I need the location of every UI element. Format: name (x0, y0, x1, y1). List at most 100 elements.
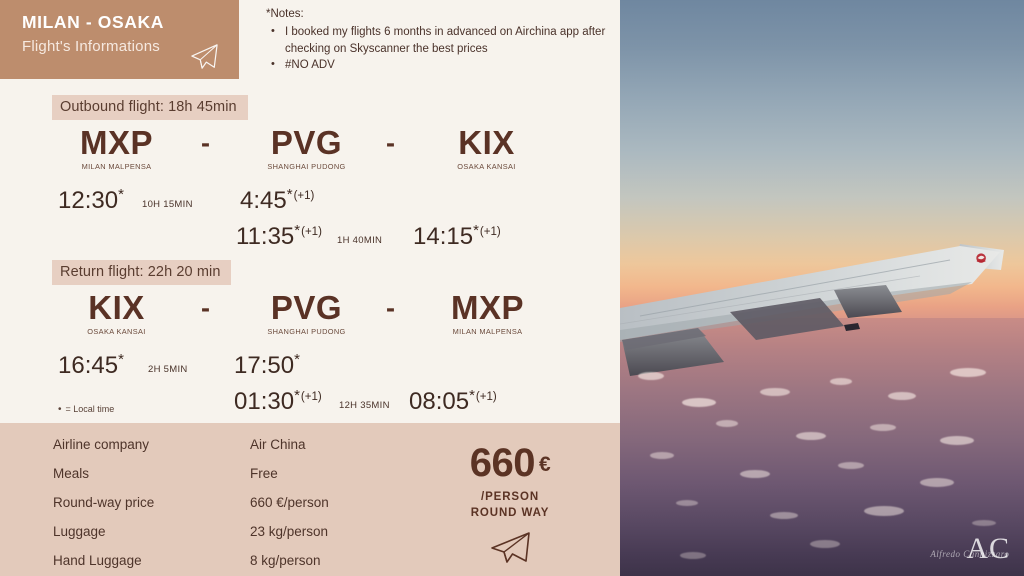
cloud (680, 552, 706, 559)
page-title: MILAN - OSAKA (22, 12, 164, 32)
airport-name: SHANGHAI PUDONG (267, 327, 346, 336)
airport-name: MILAN MALPENSA (81, 162, 152, 171)
local-time-star: * (294, 351, 300, 368)
legend-marker: • (58, 404, 62, 415)
cloud (940, 436, 974, 445)
outbound-airport-1: MXP MILAN MALPENSA (44, 126, 189, 171)
outbound-duration-leg-1: 10H 15MIN (142, 199, 193, 210)
time-value: 4:45 (240, 187, 287, 214)
separator-dash: - (201, 293, 210, 323)
outbound-arrival-time-1: 4:45*(+1) (240, 186, 315, 214)
cloud (676, 500, 698, 506)
airport-code: PVG (270, 289, 343, 326)
next-day-marker: (+1) (293, 190, 315, 202)
details-table: Airline company Air China Meals Free Rou… (53, 430, 383, 575)
airport-code: KIX (458, 124, 515, 161)
cloud (888, 392, 916, 400)
table-cell-value: 23 kg/person (250, 524, 329, 539)
table-row: Round-way price 660 €/person (53, 488, 383, 517)
local-time-star: * (286, 186, 293, 203)
next-day-marker: (+1) (479, 226, 501, 238)
outbound-arrival-time-2: 14:15*(+1) (413, 223, 501, 249)
return-duration-leg-1: 2H 5MIN (148, 364, 188, 375)
cloud (830, 378, 852, 385)
outbound-duration-leg-2: 1H 40MIN (337, 235, 383, 246)
outbound-airport-3: KIX OSAKA KANSAI (414, 126, 559, 171)
table-cell-key: Airline company (53, 437, 150, 452)
table-cell-value: Free (250, 466, 278, 481)
note-item: #NO ADV (271, 57, 616, 73)
cloud (972, 520, 996, 526)
airport-name: SHANGHAI PUDONG (267, 162, 346, 171)
next-day-marker: (+1) (475, 391, 497, 403)
return-arrival-time-2: 08:05*(+1) (409, 387, 497, 414)
outbound-flight-block: MXP MILAN MALPENSA - PVG SHANGHAI PUDONG… (44, 126, 564, 257)
legend-text: = Local time (65, 404, 115, 414)
cloud (638, 372, 664, 380)
outbound-airport-row: MXP MILAN MALPENSA - PVG SHANGHAI PUDONG… (44, 126, 564, 174)
table-cell-value: 8 kg/person (250, 553, 321, 568)
notes-block: *Notes: I booked my flights 6 months in … (266, 6, 616, 73)
time-value: 17:50 (234, 352, 295, 379)
return-duration-leg-2: 12H 35MIN (339, 400, 390, 411)
table-row: Luggage 23 kg/person (53, 517, 383, 546)
paper-plane-icon (491, 532, 530, 563)
table-cell-value: 660 €/person (250, 495, 329, 510)
airport-name: OSAKA KANSAI (87, 327, 146, 336)
outbound-airport-2: PVG SHANGHAI PUDONG (229, 126, 384, 171)
table-row: Meals Free (53, 459, 383, 488)
table-cell-key: Hand Luggage (53, 553, 142, 568)
price-currency: € (539, 453, 551, 476)
airport-name: MILAN MALPENSA (452, 327, 523, 336)
notes-title: *Notes: (266, 8, 304, 20)
return-section-label: Return flight: 22h 20 min (52, 260, 232, 285)
return-flight-block: KIX OSAKA KANSAI - PVG SHANGHAI PUDONG -… (44, 291, 564, 422)
slide-root: MILAN - OSAKA Flight's Informations *Not… (0, 0, 1024, 576)
table-cell-key: Round-way price (53, 495, 155, 510)
airplane-wing-photo: Alfredo Cannizzaro AC (620, 0, 1024, 576)
return-time-row-2: 01:30*(+1) 12H 35MIN 08:05*(+1) (44, 387, 564, 422)
airport-code: KIX (88, 289, 145, 326)
cloud (740, 470, 770, 478)
table-cell-value: Air China (250, 437, 306, 452)
cloud (760, 388, 790, 396)
paper-plane-icon (191, 44, 218, 69)
airport-code: PVG (270, 124, 343, 161)
local-time-star: * (469, 387, 475, 404)
airport-name: OSAKA KANSAI (457, 162, 516, 171)
local-time-star: * (294, 387, 300, 404)
watermark-script: Alfredo Cannizzaro (930, 549, 1010, 559)
outbound-time-row-1: 12:30* 10H 15MIN 4:45*(+1) (44, 186, 564, 221)
separator-dash: - (386, 128, 395, 158)
price-caption: /PERSON ROUND WAY (420, 490, 600, 521)
next-day-marker: (+1) (301, 226, 322, 238)
return-airport-row: KIX OSAKA KANSAI - PVG SHANGHAI PUDONG -… (44, 291, 564, 339)
return-departure-time-1: 16:45* (58, 352, 124, 379)
local-time-star: * (294, 222, 301, 239)
photographer-watermark: Alfredo Cannizzaro AC (930, 534, 1010, 564)
time-value: 11:35 (236, 223, 295, 250)
outbound-section-label: Outbound flight: 18h 45min (52, 95, 248, 120)
return-arrival-time-1: 17:50* (234, 351, 300, 379)
cloud (870, 424, 896, 431)
return-time-row-1: 16:45* 2H 5MIN 17:50* (44, 351, 564, 386)
air-china-logo (976, 253, 986, 263)
cloud (810, 540, 840, 548)
local-time-star: * (118, 186, 124, 203)
cloud (716, 420, 738, 427)
return-airport-1: KIX OSAKA KANSAI (44, 291, 189, 336)
table-cell-key: Luggage (53, 524, 106, 539)
cloud (838, 462, 864, 469)
cloud (864, 506, 904, 516)
price-amount: 660 € (420, 443, 600, 483)
return-departure-time-2: 01:30*(+1) (234, 387, 322, 414)
notes-list: I booked my flights 6 months in advanced… (266, 24, 616, 73)
time-value: 16:45 (58, 352, 119, 379)
price-block: 660 € /PERSON ROUND WAY (420, 443, 600, 565)
header-badge: MILAN - OSAKA Flight's Informations (0, 0, 239, 79)
price-caption-line-1: /PERSON (480, 491, 540, 503)
return-airport-3: MXP MILAN MALPENSA (410, 291, 565, 336)
separator-dash: - (201, 128, 210, 158)
left-panel: MILAN - OSAKA Flight's Informations *Not… (0, 0, 620, 576)
cloud (796, 432, 826, 440)
